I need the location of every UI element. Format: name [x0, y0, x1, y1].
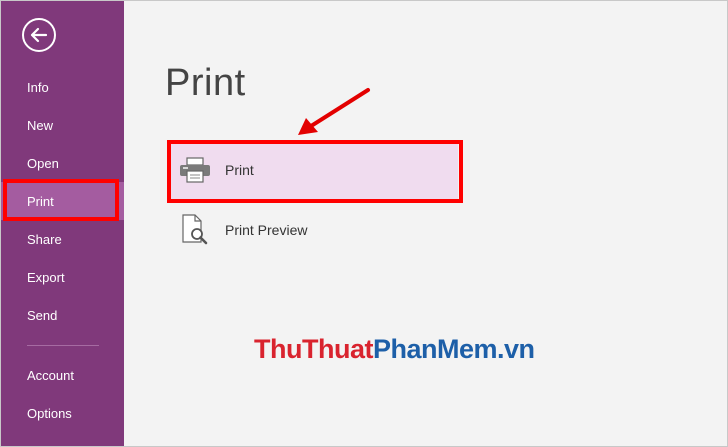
sidebar-item-options[interactable]: Options — [0, 394, 124, 432]
sidebar-item-account[interactable]: Account — [0, 356, 124, 394]
print-preview-option-label: Print Preview — [225, 222, 308, 238]
sidebar-item-share[interactable]: Share — [0, 220, 124, 258]
sidebar-item-label: New — [27, 117, 54, 133]
sidebar-item-label: Info — [27, 79, 49, 95]
back-button[interactable] — [22, 18, 56, 52]
watermark-logo: ThuThuatPhanMem.vn — [254, 334, 535, 365]
annotation-arrow-icon — [298, 88, 370, 135]
highlight-box-nav — [3, 179, 119, 221]
watermark-part1: ThuThuat — [254, 334, 373, 364]
sidebar-item-open[interactable]: Open — [0, 144, 124, 182]
sidebar-item-export[interactable]: Export — [0, 258, 124, 296]
sidebar-item-label: Send — [27, 307, 58, 323]
sidebar-item-info[interactable]: Info — [0, 68, 124, 106]
sidebar-divider — [27, 345, 99, 346]
page-title: Print — [165, 62, 246, 104]
sidebar-item-label: Open — [27, 155, 59, 171]
print-preview-option-button[interactable]: Print Preview — [168, 201, 458, 259]
print-preview-icon — [177, 212, 213, 248]
sidebar-item-label: Account — [27, 367, 74, 383]
sidebar-item-send[interactable]: Send — [0, 296, 124, 334]
sidebar-item-new[interactable]: New — [0, 106, 124, 144]
watermark-part2: PhanMem.vn — [372, 334, 535, 364]
sidebar-item-label: Share — [27, 231, 62, 247]
highlight-box-print — [167, 140, 463, 203]
back-arrow-icon — [30, 27, 48, 43]
backstage-sidebar: Info New Open Print Share Export Send Ac… — [0, 0, 124, 447]
sidebar-item-label: Options — [27, 405, 72, 421]
sidebar-item-label: Export — [27, 269, 65, 285]
